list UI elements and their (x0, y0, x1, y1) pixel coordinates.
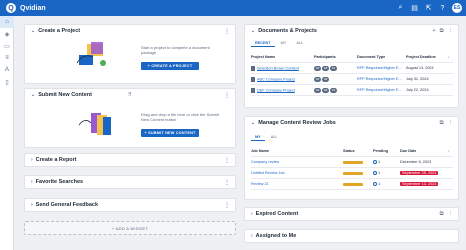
layers-icon[interactable]: ◈ (0, 28, 14, 40)
status-bar (343, 182, 363, 186)
assigned-to-me-title[interactable]: › Assigned to Me (251, 233, 296, 239)
more-options-icon[interactable]: ⋮ (448, 28, 454, 35)
chevron-right-icon[interactable]: › (251, 233, 253, 239)
documents-projects-card: ⌄ Documents & Projects + ⧉ ⋮ RECENT MY A… (244, 24, 459, 108)
assigned-to-me-card: › Assigned to Me (244, 229, 459, 243)
drag-handle-icon[interactable]: ⠿ (128, 92, 132, 98)
create-project-button[interactable]: + CREATE A PROJECT (141, 62, 199, 70)
create-report-title[interactable]: › Create a Report (31, 157, 77, 163)
expired-content-title[interactable]: › Expired Content (251, 211, 298, 217)
create-project-title[interactable]: ⌄ Create a Project (31, 28, 80, 34)
logo-icon: Q (6, 3, 16, 13)
chevron-right-icon[interactable]: › (31, 157, 33, 163)
chevron-down-icon[interactable]: ⌄ (31, 28, 35, 34)
app-name: Qvidian (20, 4, 46, 12)
submit-content-desc: Drag and drop a file here or click the S… (141, 112, 220, 122)
documents-title[interactable]: ⌄ Documents & Projects (251, 28, 317, 34)
pending-icon (373, 171, 377, 175)
create-report-card: › Create a Report ⋮ (24, 153, 236, 167)
sort-icon[interactable]: ↓ (448, 149, 450, 153)
open-external-icon[interactable]: ⧉ (440, 28, 444, 35)
table-row[interactable]: Company review 1 December 6, 2023 (251, 157, 453, 168)
review-jobs-title[interactable]: ⌄ Manage Content Review Jobs (251, 120, 336, 126)
general-feedback-card: › Send General Feedback ⋮ (24, 198, 236, 212)
open-icon[interactable]: ⇱ (424, 4, 433, 13)
more-options-icon[interactable]: ⋮ (224, 157, 230, 164)
table-row[interactable]: Review 21 1 September 13, 2023 (251, 179, 453, 190)
favorite-searches-card: › Favorite Searches ⋮ (24, 175, 236, 189)
pending-icon (373, 160, 377, 164)
participants: CR GB SS (314, 65, 337, 71)
more-options-icon[interactable]: ⋮ (224, 92, 230, 99)
add-widget-button[interactable]: + ADD A WIDGET (24, 221, 236, 235)
favorite-searches-title[interactable]: › Favorite Searches (31, 179, 83, 185)
tab-recent[interactable]: RECENT (251, 40, 275, 47)
submit-content-title[interactable]: ⌄ Submit New Content (31, 92, 92, 98)
chevron-down-icon[interactable]: ⌄ (251, 120, 255, 126)
search-icon[interactable]: ⌕ (396, 4, 405, 13)
sidebar: ⌂ ◈ ▭ ≡ A ▯ (0, 16, 14, 250)
table-row[interactable]: DEF Company Project CR GB SS RFP Response/… (251, 85, 453, 96)
top-bar: Q Qvidian ⌕ ▤ ⇱ ? ES (0, 0, 466, 16)
more-options-icon[interactable]: ⋮ (224, 179, 230, 186)
tab-my[interactable]: MY (277, 40, 291, 47)
table-row[interactable]: Selection Brown Content CR GB SS RFP Respo… (251, 63, 453, 74)
general-feedback-title[interactable]: › Send General Feedback (31, 202, 98, 208)
participants: CR GB SS (314, 87, 337, 93)
document-icon (251, 76, 255, 82)
create-project-card: ⌄ Create a Project ⋮ Start a project to … (24, 24, 236, 84)
table-row[interactable]: ABC Company Project CR GB RFP Response/Hi… (251, 74, 453, 85)
chevron-right-icon[interactable]: › (31, 202, 33, 208)
chevron-down-icon[interactable]: ⌄ (31, 92, 35, 98)
open-external-icon[interactable]: ⧉ (440, 211, 444, 218)
documents-tabs: RECENT MY ALL (251, 40, 307, 47)
documents-table: Project Name Participants Document Type … (251, 52, 453, 96)
chevron-right-icon[interactable]: › (31, 179, 33, 185)
expired-content-card: › Expired Content ⧉ ⋮ (244, 207, 459, 221)
participants: CR GB (314, 76, 329, 82)
book-icon[interactable]: ▤ (410, 4, 419, 13)
clipboard-icon[interactable]: ▭ (0, 40, 14, 52)
table-header: Project Name Participants Document Type … (251, 52, 453, 63)
more-options-icon[interactable]: ⋮ (448, 211, 454, 218)
submit-content-card: ⌄ Submit New Content ⠿ ⋮ Drag and drop a… (24, 88, 236, 148)
open-external-icon[interactable]: ⧉ (440, 120, 444, 127)
review-jobs-table: Job Name Status Pending Due Date ↓ Compa… (251, 146, 453, 190)
pending-icon (373, 182, 377, 186)
overdue-badge: September 13, 2023 (400, 182, 439, 186)
overdue-badge: September 25, 2023 (400, 171, 439, 175)
chevron-right-icon[interactable]: › (251, 211, 253, 217)
status-bar (343, 160, 363, 164)
submit-content-button[interactable]: + SUBMIT NEW CONTENT (141, 129, 199, 137)
document-icon[interactable]: ▯ (0, 76, 14, 88)
table-header: Job Name Status Pending Due Date ↓ (251, 146, 453, 157)
document-icon (251, 87, 255, 93)
tab-all[interactable]: ALL (292, 40, 307, 47)
create-project-desc: Start a project to complete a document p… (141, 45, 210, 55)
translate-icon[interactable]: A (0, 64, 14, 76)
tab-all[interactable]: ALL (267, 134, 282, 141)
help-icon[interactable]: ? (438, 4, 447, 13)
document-icon (251, 65, 255, 71)
project-illustration (76, 42, 106, 66)
submit-illustration (78, 113, 111, 135)
sort-icon[interactable]: ↓ (448, 55, 450, 59)
avatar[interactable]: ES (452, 3, 462, 13)
review-tabs: MY ALL (251, 134, 281, 141)
app-logo[interactable]: Q Qvidian (6, 3, 46, 13)
list-icon[interactable]: ≡ (0, 52, 14, 64)
more-options-icon[interactable]: ⋮ (448, 120, 454, 127)
home-icon[interactable]: ⌂ (0, 16, 14, 28)
tab-my[interactable]: MY (251, 134, 265, 141)
add-icon[interactable]: + (432, 28, 435, 35)
chevron-down-icon[interactable]: ⌄ (251, 28, 255, 34)
table-row[interactable]: Untitled Review Job 1 September 25, 2023 (251, 168, 453, 179)
more-options-icon[interactable]: ⋮ (224, 202, 230, 209)
review-jobs-card: ⌄ Manage Content Review Jobs ⧉ ⋮ MY ALL … (244, 116, 459, 200)
more-options-icon[interactable]: ⋮ (224, 28, 230, 35)
status-bar (343, 171, 363, 175)
